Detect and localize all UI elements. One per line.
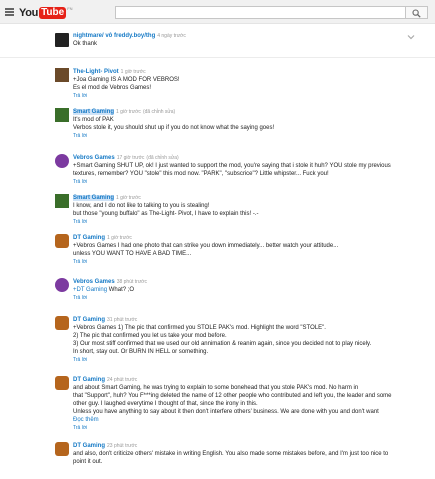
comment-author[interactable]: Vebros Games bbox=[73, 155, 115, 161]
avatar[interactable] bbox=[55, 316, 69, 330]
comment-time[interactable]: 1 giờ trước bbox=[121, 69, 146, 75]
comment-author[interactable]: DT Gaming bbox=[73, 317, 105, 323]
edited-label: (đã chỉnh sửa) bbox=[146, 155, 179, 161]
comment-text-line: Es el mod de Vebros Games! bbox=[73, 85, 152, 91]
reply-link[interactable]: Trả lời bbox=[73, 92, 413, 100]
comment-text-line: +Smart Gaming SHUT UP, ok! I just wanted… bbox=[73, 163, 391, 169]
reply-link[interactable]: Trả lời bbox=[73, 132, 413, 140]
youtube-logo[interactable]: You Tube FN bbox=[19, 6, 73, 19]
avatar[interactable] bbox=[55, 108, 69, 122]
search-input[interactable] bbox=[115, 6, 406, 19]
comment-text-line: 2) The pic that confirmed you let us tak… bbox=[73, 333, 227, 339]
comment-text-line: In short, stay out. Or BURN IN HELL or s… bbox=[73, 349, 209, 355]
avatar[interactable] bbox=[55, 33, 69, 47]
comment-author[interactable]: Vebros Games bbox=[73, 279, 115, 285]
avatar[interactable] bbox=[55, 154, 69, 168]
reply-link[interactable]: Trả lời bbox=[73, 218, 413, 226]
comment-text-line: and also, don't criticize others' mistak… bbox=[73, 451, 389, 457]
comment-author[interactable]: Smart Gaming bbox=[73, 109, 115, 115]
comment-time[interactable]: 1 giờ trước bbox=[107, 235, 132, 241]
comment-time[interactable]: 1 giờ trước bbox=[116, 109, 141, 115]
mention-link[interactable]: +DT Gaming bbox=[73, 287, 107, 293]
comment-text-line: Verbos stole it, you should shut up if y… bbox=[73, 125, 275, 131]
comment-time[interactable]: 38 phút trước bbox=[117, 279, 147, 285]
comment-text-line: +DT Gaming What? ;O bbox=[73, 286, 413, 294]
read-more-link[interactable]: Đọc thêm bbox=[73, 416, 413, 424]
comment-time[interactable]: 24 phút trước bbox=[107, 377, 137, 383]
reply-link[interactable]: Trả lời bbox=[73, 356, 413, 364]
comment-time[interactable]: 31 phút trước bbox=[107, 317, 137, 323]
avatar[interactable] bbox=[55, 442, 69, 456]
comment-author[interactable]: DT Gaming bbox=[73, 377, 105, 383]
comment-text-line: +Vebros Games I had one photo that can s… bbox=[73, 243, 339, 249]
search-icon bbox=[412, 9, 421, 18]
masthead: You Tube FN bbox=[0, 0, 435, 24]
comment-text-line: 3) Our most stiff confirmed that we used… bbox=[73, 341, 372, 347]
comment-text-line: It's mod of PAK bbox=[73, 117, 114, 123]
avatar[interactable] bbox=[55, 278, 69, 292]
comment-time[interactable]: 1 giờ trước bbox=[116, 195, 141, 201]
comment-text-line: I know, and I do not like to talking to … bbox=[73, 203, 210, 209]
comment-author[interactable]: Smart Gaming bbox=[73, 195, 115, 201]
logo-you-text: You bbox=[19, 6, 39, 19]
comment-text-line: that "Support", huh? You F***ing deleted… bbox=[73, 393, 392, 399]
logo-tube-text: Tube bbox=[39, 6, 67, 19]
comment-text-line: but those "young buffalo" as The-Light- … bbox=[73, 211, 259, 217]
search-button[interactable] bbox=[406, 6, 428, 19]
comment-text-line: textures, remember? YOU "stole" this mod… bbox=[73, 171, 329, 177]
reply-link[interactable]: Trả lời bbox=[73, 294, 413, 302]
divider bbox=[0, 57, 435, 58]
comment-text-line: other guy. I laughed everytime I thought… bbox=[73, 401, 258, 407]
avatar[interactable] bbox=[55, 194, 69, 208]
comment-text-line: +Joa Gaming IS A MOD FOR VEBROS! bbox=[73, 77, 180, 83]
comment-author[interactable]: DT Gaming bbox=[73, 443, 105, 449]
comment-text: What? ;O bbox=[107, 287, 135, 293]
comment-time[interactable]: 17 giờ trước bbox=[117, 155, 145, 161]
reply-link[interactable]: Trả lời bbox=[73, 178, 413, 186]
menu-icon[interactable] bbox=[5, 8, 14, 16]
comment-text-line: point it out. bbox=[73, 459, 103, 465]
comment-time[interactable]: 4 ngày trước bbox=[157, 33, 186, 39]
reply-link[interactable]: Trả lời bbox=[73, 424, 413, 432]
avatar[interactable] bbox=[55, 68, 69, 82]
comment-author[interactable]: DT Gaming bbox=[73, 235, 105, 241]
avatar[interactable] bbox=[55, 376, 69, 390]
comment-time[interactable]: 23 phút trước bbox=[107, 443, 137, 449]
avatar[interactable] bbox=[55, 234, 69, 248]
chevron-down-icon bbox=[407, 35, 415, 40]
comment-text: Ok thank bbox=[73, 41, 98, 47]
reply-link[interactable]: Trả lời bbox=[73, 258, 413, 266]
logo-region-code: FN bbox=[67, 6, 73, 11]
comment-text-line: Unless you have anything to say about it… bbox=[73, 409, 379, 415]
edited-label: (đã chỉnh sửa) bbox=[142, 109, 176, 115]
comment-author[interactable]: nightmare/ vô freddy.boy/thg bbox=[73, 33, 155, 39]
comment-text-line: and about Smart Gaming, he was trying to… bbox=[73, 385, 359, 391]
comment-text-line: +Vebros Games 1) The pic that confirmed … bbox=[73, 325, 326, 331]
comment-author[interactable]: The-Light- Pivot bbox=[73, 69, 119, 75]
comment-text-line: unless YOU WANT TO HAVE A BAD TIME... bbox=[73, 251, 192, 257]
comment-menu-button[interactable] bbox=[407, 33, 415, 41]
